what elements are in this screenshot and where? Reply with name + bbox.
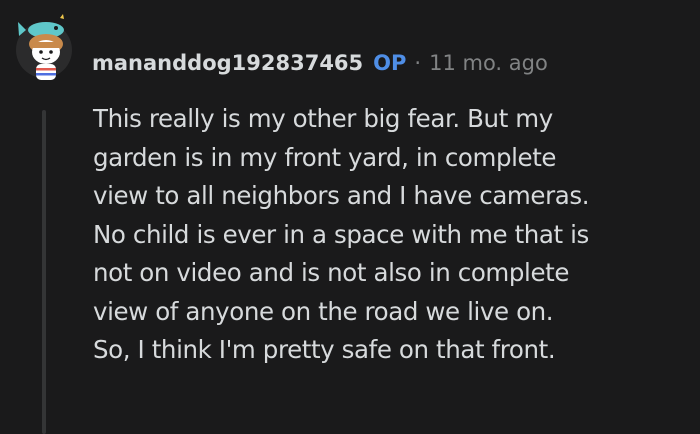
meta-separator: · — [414, 51, 422, 75]
comment-body-line: view of anyone on the road we live on. — [93, 296, 554, 326]
op-badge: OP — [373, 51, 407, 75]
author-username[interactable]: mananddog192837465 — [92, 51, 363, 75]
snoo-avatar-icon — [18, 14, 64, 80]
comment-body-line: This really is my other big fear. But my — [93, 104, 553, 133]
thread-collapse-line[interactable] — [42, 110, 46, 434]
comment-timestamp[interactable]: 11 mo. ago — [429, 51, 548, 75]
comment-body: This really is my other big fear. But my… — [93, 100, 693, 370]
comment-body-line: So, I think I'm pretty safe on that fron… — [93, 335, 556, 364]
comment-body-line: No child is ever in a space with me that… — [93, 219, 589, 249]
comment-body-line: view to all neighbors and I have cameras… — [93, 181, 590, 210]
comment-body-line: garden is in my front yard, in complete — [93, 142, 557, 172]
comment: mananddog192837465 OP · 11 mo. ago This … — [0, 0, 700, 434]
comment-header: mananddog192837465 OP · 11 mo. ago — [92, 48, 548, 78]
comment-body-line: not on video and is not also in complete — [93, 258, 569, 287]
user-avatar[interactable] — [16, 14, 72, 80]
